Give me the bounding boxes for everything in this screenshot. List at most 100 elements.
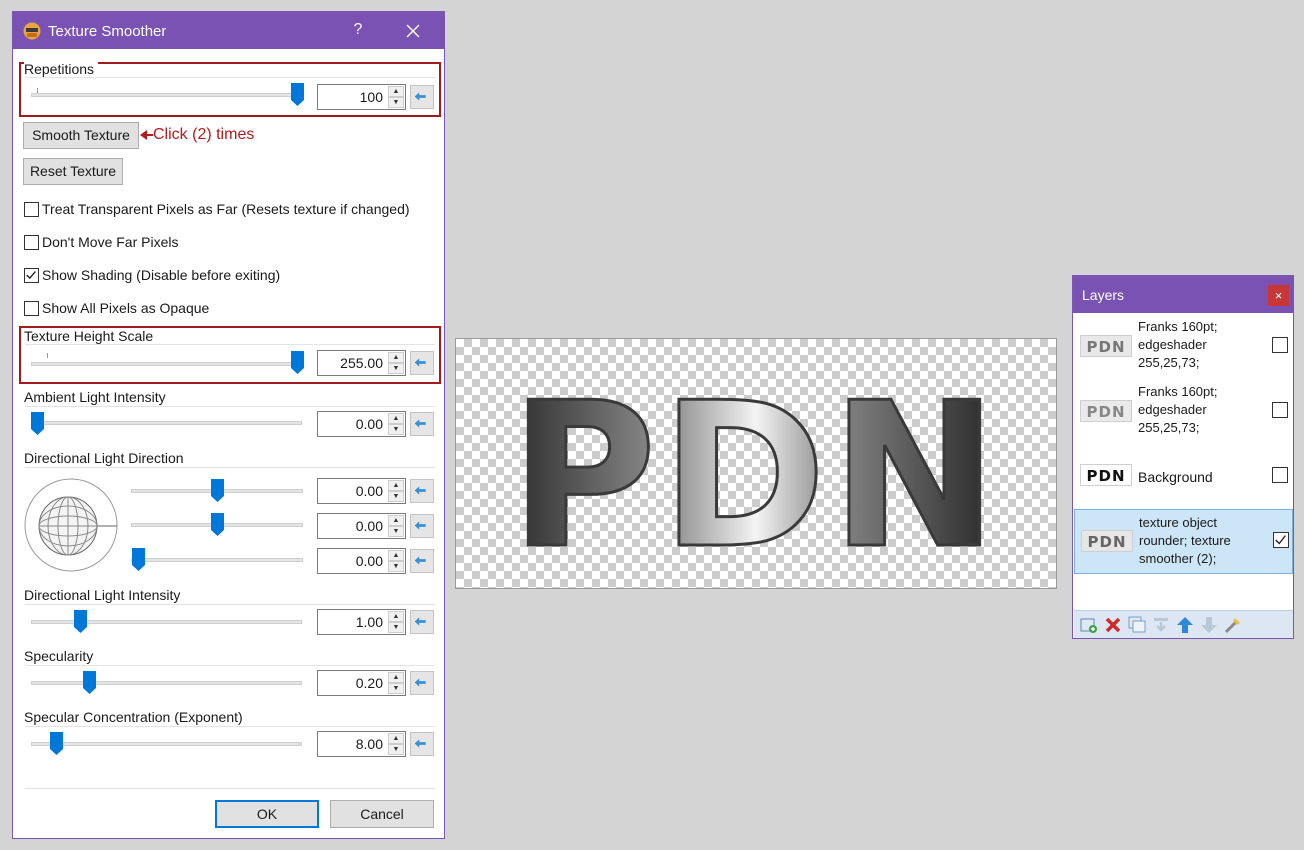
dialog-titlebar[interactable]: Texture Smoother ? bbox=[13, 12, 444, 49]
layer-item[interactable]: PDN Franks 160pt; edgeshader 255,25,73; bbox=[1074, 379, 1293, 444]
height-scale-slider-thumb[interactable] bbox=[291, 351, 304, 374]
ambient-slider-track[interactable] bbox=[31, 421, 302, 425]
reset-arrow-icon bbox=[414, 486, 426, 495]
spin-down-icon[interactable]: ▼ bbox=[388, 97, 404, 108]
light-z-slider-thumb[interactable] bbox=[132, 548, 145, 571]
spin-up-icon[interactable]: ▲ bbox=[388, 352, 404, 363]
light-intensity-reset-button[interactable] bbox=[410, 610, 434, 634]
layer-item[interactable]: PDN Franks 160pt; edgeshader 255,25,73; bbox=[1074, 314, 1293, 379]
specular-concentration-value[interactable]: 8.00 bbox=[356, 736, 383, 752]
spin-down-icon[interactable]: ▼ bbox=[388, 622, 404, 633]
light-intensity-value[interactable]: 1.00 bbox=[356, 614, 383, 630]
layers-titlebar[interactable]: Layers × bbox=[1073, 276, 1293, 313]
height-scale-reset-button[interactable] bbox=[410, 351, 434, 375]
cancel-button[interactable]: Cancel bbox=[330, 800, 434, 828]
layer-item-selected[interactable]: PDN texture object rounder; texture smooth… bbox=[1074, 509, 1293, 574]
light-z-slider-track[interactable] bbox=[131, 558, 303, 562]
light-intensity-slider-track[interactable] bbox=[31, 620, 302, 624]
light-direction-globe-icon[interactable] bbox=[23, 477, 119, 573]
repetitions-slider-track[interactable] bbox=[31, 93, 302, 97]
height-scale-slider-track[interactable] bbox=[31, 362, 302, 366]
spin-up-icon[interactable]: ▲ bbox=[388, 413, 404, 424]
show-shading-label: Show Shading (Disable before exiting) bbox=[42, 267, 281, 283]
delete-layer-icon[interactable] bbox=[1104, 616, 1122, 634]
specular-concentration-slider-thumb[interactable] bbox=[50, 732, 63, 755]
spin-up-icon[interactable]: ▲ bbox=[388, 550, 404, 561]
specular-concentration-spinbox[interactable]: 8.00 ▲ ▼ bbox=[317, 731, 406, 757]
specular-concentration-reset-button[interactable] bbox=[410, 732, 434, 756]
show-opaque-checkbox[interactable] bbox=[24, 301, 39, 316]
spin-down-icon[interactable]: ▼ bbox=[388, 424, 404, 435]
move-layer-down-icon[interactable] bbox=[1200, 616, 1218, 634]
light-z-reset-button[interactable] bbox=[410, 549, 434, 573]
light-y-slider-thumb[interactable] bbox=[211, 513, 224, 536]
specularity-slider-track[interactable] bbox=[31, 681, 302, 685]
ambient-slider-thumb[interactable] bbox=[31, 412, 44, 435]
smooth-texture-button[interactable]: Smooth Texture bbox=[23, 122, 139, 149]
spin-up-icon[interactable]: ▲ bbox=[388, 733, 404, 744]
duplicate-layer-icon[interactable] bbox=[1128, 616, 1146, 634]
specular-concentration-slider-track[interactable] bbox=[31, 742, 302, 746]
light-y-value[interactable]: 0.00 bbox=[356, 518, 383, 534]
close-icon[interactable] bbox=[403, 21, 423, 41]
spin-up-icon[interactable]: ▲ bbox=[388, 515, 404, 526]
repetitions-value[interactable]: 100 bbox=[360, 89, 383, 105]
layer-visibility-checkbox[interactable] bbox=[1272, 467, 1288, 483]
light-intensity-spinbox[interactable]: 1.00 ▲ ▼ bbox=[317, 609, 406, 635]
checkmark-icon bbox=[26, 271, 36, 280]
separator bbox=[25, 665, 435, 666]
ambient-value[interactable]: 0.00 bbox=[356, 416, 383, 432]
layers-close-button[interactable]: × bbox=[1268, 285, 1289, 306]
image-canvas[interactable]: PDN bbox=[455, 338, 1057, 595]
specularity-value[interactable]: 0.20 bbox=[356, 675, 383, 691]
separator bbox=[25, 726, 435, 727]
repetitions-slider-thumb[interactable] bbox=[291, 83, 304, 106]
spin-up-icon[interactable]: ▲ bbox=[388, 86, 404, 97]
light-z-spinbox[interactable]: 0.00 ▲ ▼ bbox=[317, 548, 406, 574]
merge-down-icon[interactable] bbox=[1152, 616, 1170, 634]
spin-down-icon[interactable]: ▼ bbox=[388, 363, 404, 374]
reset-arrow-icon bbox=[414, 739, 426, 748]
transparent-far-checkbox[interactable] bbox=[24, 202, 39, 217]
specularity-slider-thumb[interactable] bbox=[83, 671, 96, 694]
specularity-spinbox[interactable]: 0.20 ▲ ▼ bbox=[317, 670, 406, 696]
layer-item[interactable]: PDN Background bbox=[1074, 444, 1293, 509]
layer-visibility-checkbox[interactable] bbox=[1272, 337, 1288, 353]
light-x-reset-button[interactable] bbox=[410, 479, 434, 503]
move-layer-up-icon[interactable] bbox=[1176, 616, 1194, 634]
height-scale-value[interactable]: 255.00 bbox=[340, 355, 383, 371]
light-x-spinbox[interactable]: 0.00 ▲ ▼ bbox=[317, 478, 406, 504]
repetitions-spinbox[interactable]: 100 ▲ ▼ bbox=[317, 84, 406, 110]
layer-visibility-checkbox[interactable] bbox=[1273, 532, 1289, 548]
ambient-reset-button[interactable] bbox=[410, 412, 434, 436]
ok-button[interactable]: OK bbox=[215, 800, 319, 828]
spin-up-icon[interactable]: ▲ bbox=[388, 672, 404, 683]
help-button[interactable]: ? bbox=[351, 21, 365, 39]
add-layer-icon[interactable] bbox=[1080, 616, 1098, 634]
spin-down-icon[interactable]: ▼ bbox=[388, 744, 404, 755]
light-x-value[interactable]: 0.00 bbox=[356, 483, 383, 499]
light-y-reset-button[interactable] bbox=[410, 514, 434, 538]
spin-up-icon[interactable]: ▲ bbox=[388, 611, 404, 622]
specularity-reset-button[interactable] bbox=[410, 671, 434, 695]
light-x-slider-thumb[interactable] bbox=[211, 479, 224, 502]
ambient-spinbox[interactable]: 0.00 ▲ ▼ bbox=[317, 411, 406, 437]
light-y-spinbox[interactable]: 0.00 ▲ ▼ bbox=[317, 513, 406, 539]
dont-move-far-checkbox[interactable] bbox=[24, 235, 39, 250]
spin-down-icon[interactable]: ▼ bbox=[388, 561, 404, 572]
spin-down-icon[interactable]: ▼ bbox=[388, 491, 404, 502]
layer-properties-icon[interactable] bbox=[1224, 616, 1242, 634]
light-intensity-slider-thumb[interactable] bbox=[74, 610, 87, 633]
reset-texture-button[interactable]: Reset Texture bbox=[23, 158, 123, 185]
spin-up-icon[interactable]: ▲ bbox=[388, 480, 404, 491]
show-shading-checkbox[interactable] bbox=[24, 268, 39, 283]
pdn-text: PDN bbox=[510, 360, 1002, 588]
spin-down-icon[interactable]: ▼ bbox=[388, 683, 404, 694]
spin-down-icon[interactable]: ▼ bbox=[388, 526, 404, 537]
repetitions-reset-button[interactable] bbox=[410, 85, 434, 109]
light-z-value[interactable]: 0.00 bbox=[356, 553, 383, 569]
height-scale-spinbox[interactable]: 255.00 ▲ ▼ bbox=[317, 350, 406, 376]
reset-arrow-icon bbox=[414, 358, 426, 367]
layer-visibility-checkbox[interactable] bbox=[1272, 402, 1288, 418]
layer-thumbnail: PDN bbox=[1080, 335, 1132, 357]
